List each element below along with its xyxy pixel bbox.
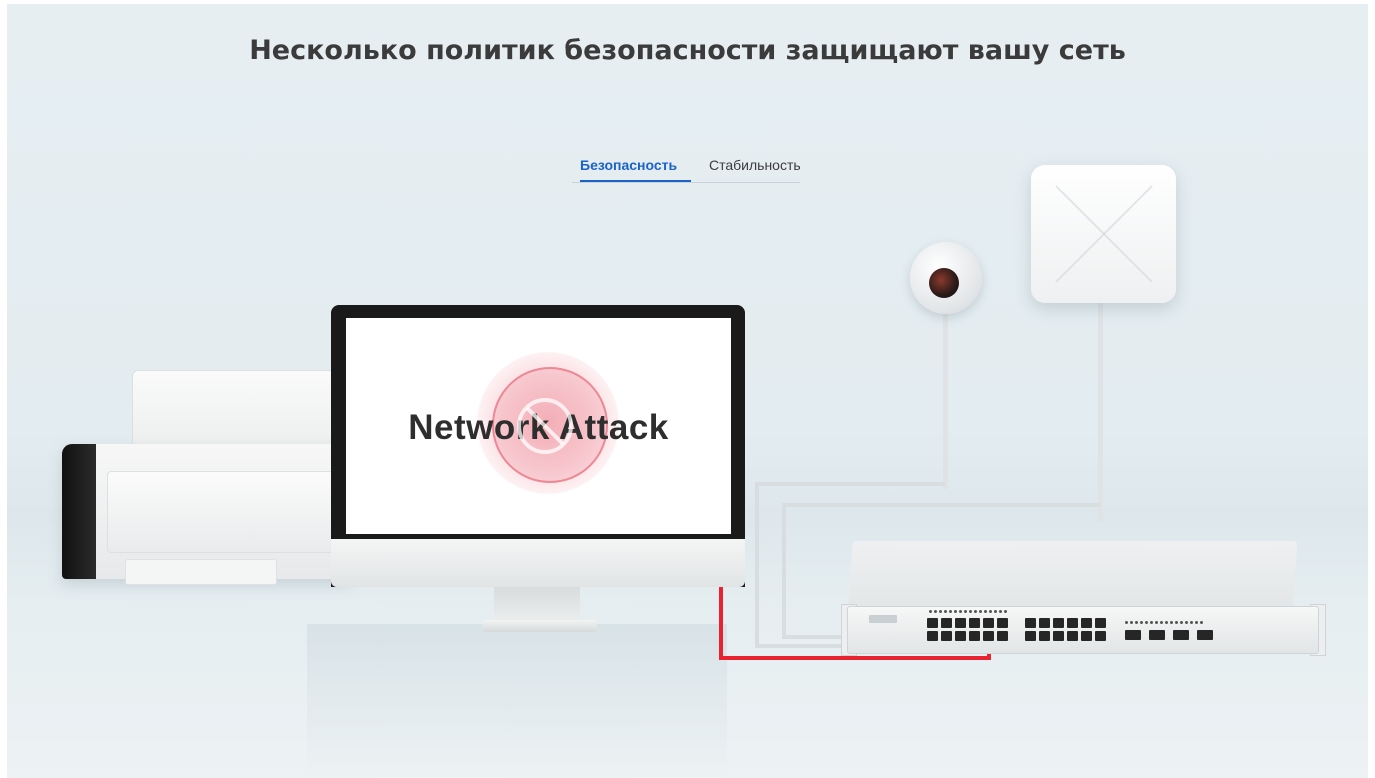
page-title: Несколько политик безопасности защищают … xyxy=(249,35,1126,66)
switch-leds xyxy=(929,610,1007,613)
switch-top xyxy=(847,541,1298,611)
switch-ports-lower xyxy=(1025,631,1106,641)
switch-sfp-ports xyxy=(1125,630,1213,640)
tab-stability[interactable]: Стабильность xyxy=(709,157,801,173)
attack-cable-run xyxy=(719,656,991,660)
switch-ports-upper xyxy=(927,618,1008,628)
ap-cable-run xyxy=(782,503,1100,507)
monitor-screen: Network Attack xyxy=(346,318,731,534)
switch-label-plate xyxy=(869,615,897,623)
switch-ports-upper xyxy=(1025,618,1106,628)
camera-lens xyxy=(929,268,959,298)
tab-bar: Безопасность Стабильность xyxy=(572,154,801,183)
ap-cable-drop xyxy=(782,503,786,638)
floor-shadow xyxy=(307,624,727,778)
switch-image xyxy=(847,606,1319,654)
switch-ports-lower xyxy=(927,631,1008,641)
ap-cable xyxy=(1098,301,1103,521)
monitor-chin xyxy=(331,539,745,587)
active-tab-indicator xyxy=(580,180,691,182)
monitor-stand-base xyxy=(482,620,597,632)
attack-cable-drop xyxy=(719,587,723,659)
printer-front xyxy=(107,471,339,553)
tab-security[interactable]: Безопасность xyxy=(580,157,677,173)
camera-cable-run xyxy=(755,482,945,486)
sfp-leds xyxy=(1125,621,1203,624)
hero-scene: Несколько политик безопасности защищают … xyxy=(7,4,1368,778)
camera-cable-drop xyxy=(755,482,759,647)
ban-icon xyxy=(517,398,573,454)
printer-side xyxy=(62,444,96,579)
printer-output-tray xyxy=(125,559,277,585)
camera-cable xyxy=(943,309,948,489)
printer-tray xyxy=(132,370,344,452)
